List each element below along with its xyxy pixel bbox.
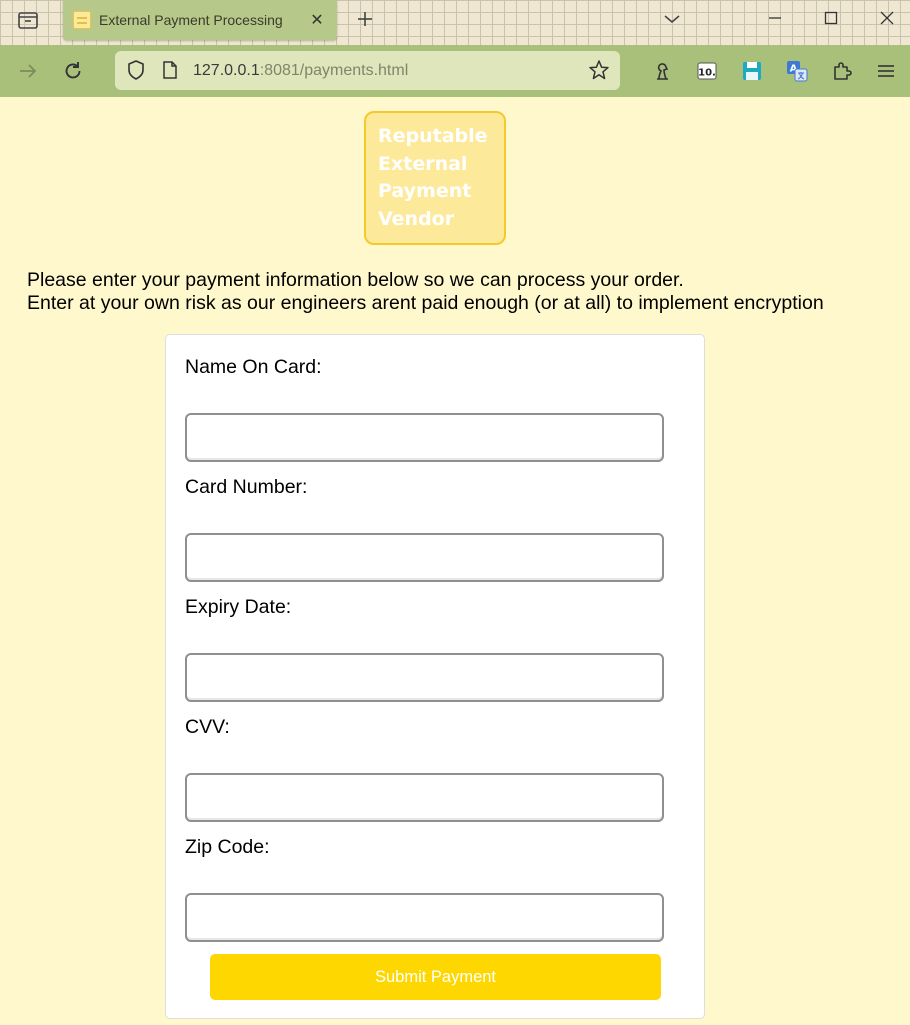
- logo-line: Payment: [378, 180, 472, 202]
- name-on-card-input[interactable]: [185, 413, 664, 462]
- intro-warning-line: Enter at your own risk as our engineers …: [27, 292, 824, 314]
- logo-line: Reputable: [378, 125, 488, 147]
- name-on-card-label: Name On Card:: [185, 356, 322, 378]
- intro-line: Please enter your payment information be…: [27, 269, 684, 291]
- expiry-date-label: Expiry Date:: [185, 596, 292, 618]
- minimize-icon[interactable]: [760, 5, 790, 31]
- translate-icon[interactable]: A: [783, 57, 811, 85]
- card-number-input[interactable]: [185, 533, 664, 582]
- url-path: :8081/payments.html: [259, 62, 409, 79]
- forward-arrow-icon[interactable]: [14, 57, 42, 85]
- reload-icon[interactable]: [59, 57, 87, 85]
- close-window-icon[interactable]: [872, 5, 902, 31]
- tab-bar: External Payment Processing ✕: [0, 0, 910, 45]
- zip-code-label: Zip Code:: [185, 836, 270, 858]
- card-number-label: Card Number:: [185, 476, 308, 498]
- extension-chess-icon[interactable]: [648, 57, 676, 85]
- page-info-icon[interactable]: [161, 60, 179, 85]
- submit-payment-button[interactable]: Submit Payment: [210, 954, 661, 1000]
- chevron-down-icon[interactable]: [660, 7, 684, 31]
- url-text[interactable]: 127.0.0.1:8081/payments.html: [193, 62, 408, 80]
- save-disk-icon[interactable]: [738, 57, 766, 85]
- new-tab-icon[interactable]: [353, 7, 377, 31]
- menu-hamburger-icon[interactable]: [872, 57, 900, 85]
- vendor-logo: Reputable External Payment Vendor: [364, 111, 506, 245]
- maximize-icon[interactable]: [816, 5, 846, 31]
- tab-overview-icon[interactable]: [14, 8, 42, 32]
- tab-title: External Payment Processing: [99, 12, 283, 28]
- tab-external-payment[interactable]: External Payment Processing ✕: [63, 0, 337, 40]
- intro-text: Please enter your payment information be…: [27, 269, 897, 315]
- url-host: 127.0.0.1: [193, 62, 260, 79]
- tab-close-icon[interactable]: ✕: [307, 10, 327, 30]
- url-bar[interactable]: 127.0.0.1:8081/payments.html: [115, 51, 620, 90]
- cvv-label: CVV:: [185, 716, 230, 738]
- expiry-date-input[interactable]: [185, 653, 664, 702]
- extensions-puzzle-icon[interactable]: [828, 57, 856, 85]
- extension-10-icon[interactable]: 10.: [693, 57, 721, 85]
- bookmark-star-icon[interactable]: [588, 59, 610, 86]
- svg-text:10.: 10.: [698, 68, 716, 79]
- navigation-toolbar: 127.0.0.1:8081/payments.html 10. A: [0, 45, 910, 97]
- shield-icon[interactable]: [125, 59, 147, 86]
- logo-line: External: [378, 152, 468, 175]
- logo-line: Vendor: [378, 207, 455, 230]
- page-favicon-icon: [73, 11, 91, 29]
- zip-code-input[interactable]: [185, 893, 664, 942]
- payment-form: Name On Card: Card Number: Expiry Date: …: [165, 334, 705, 1019]
- cvv-input[interactable]: [185, 773, 664, 822]
